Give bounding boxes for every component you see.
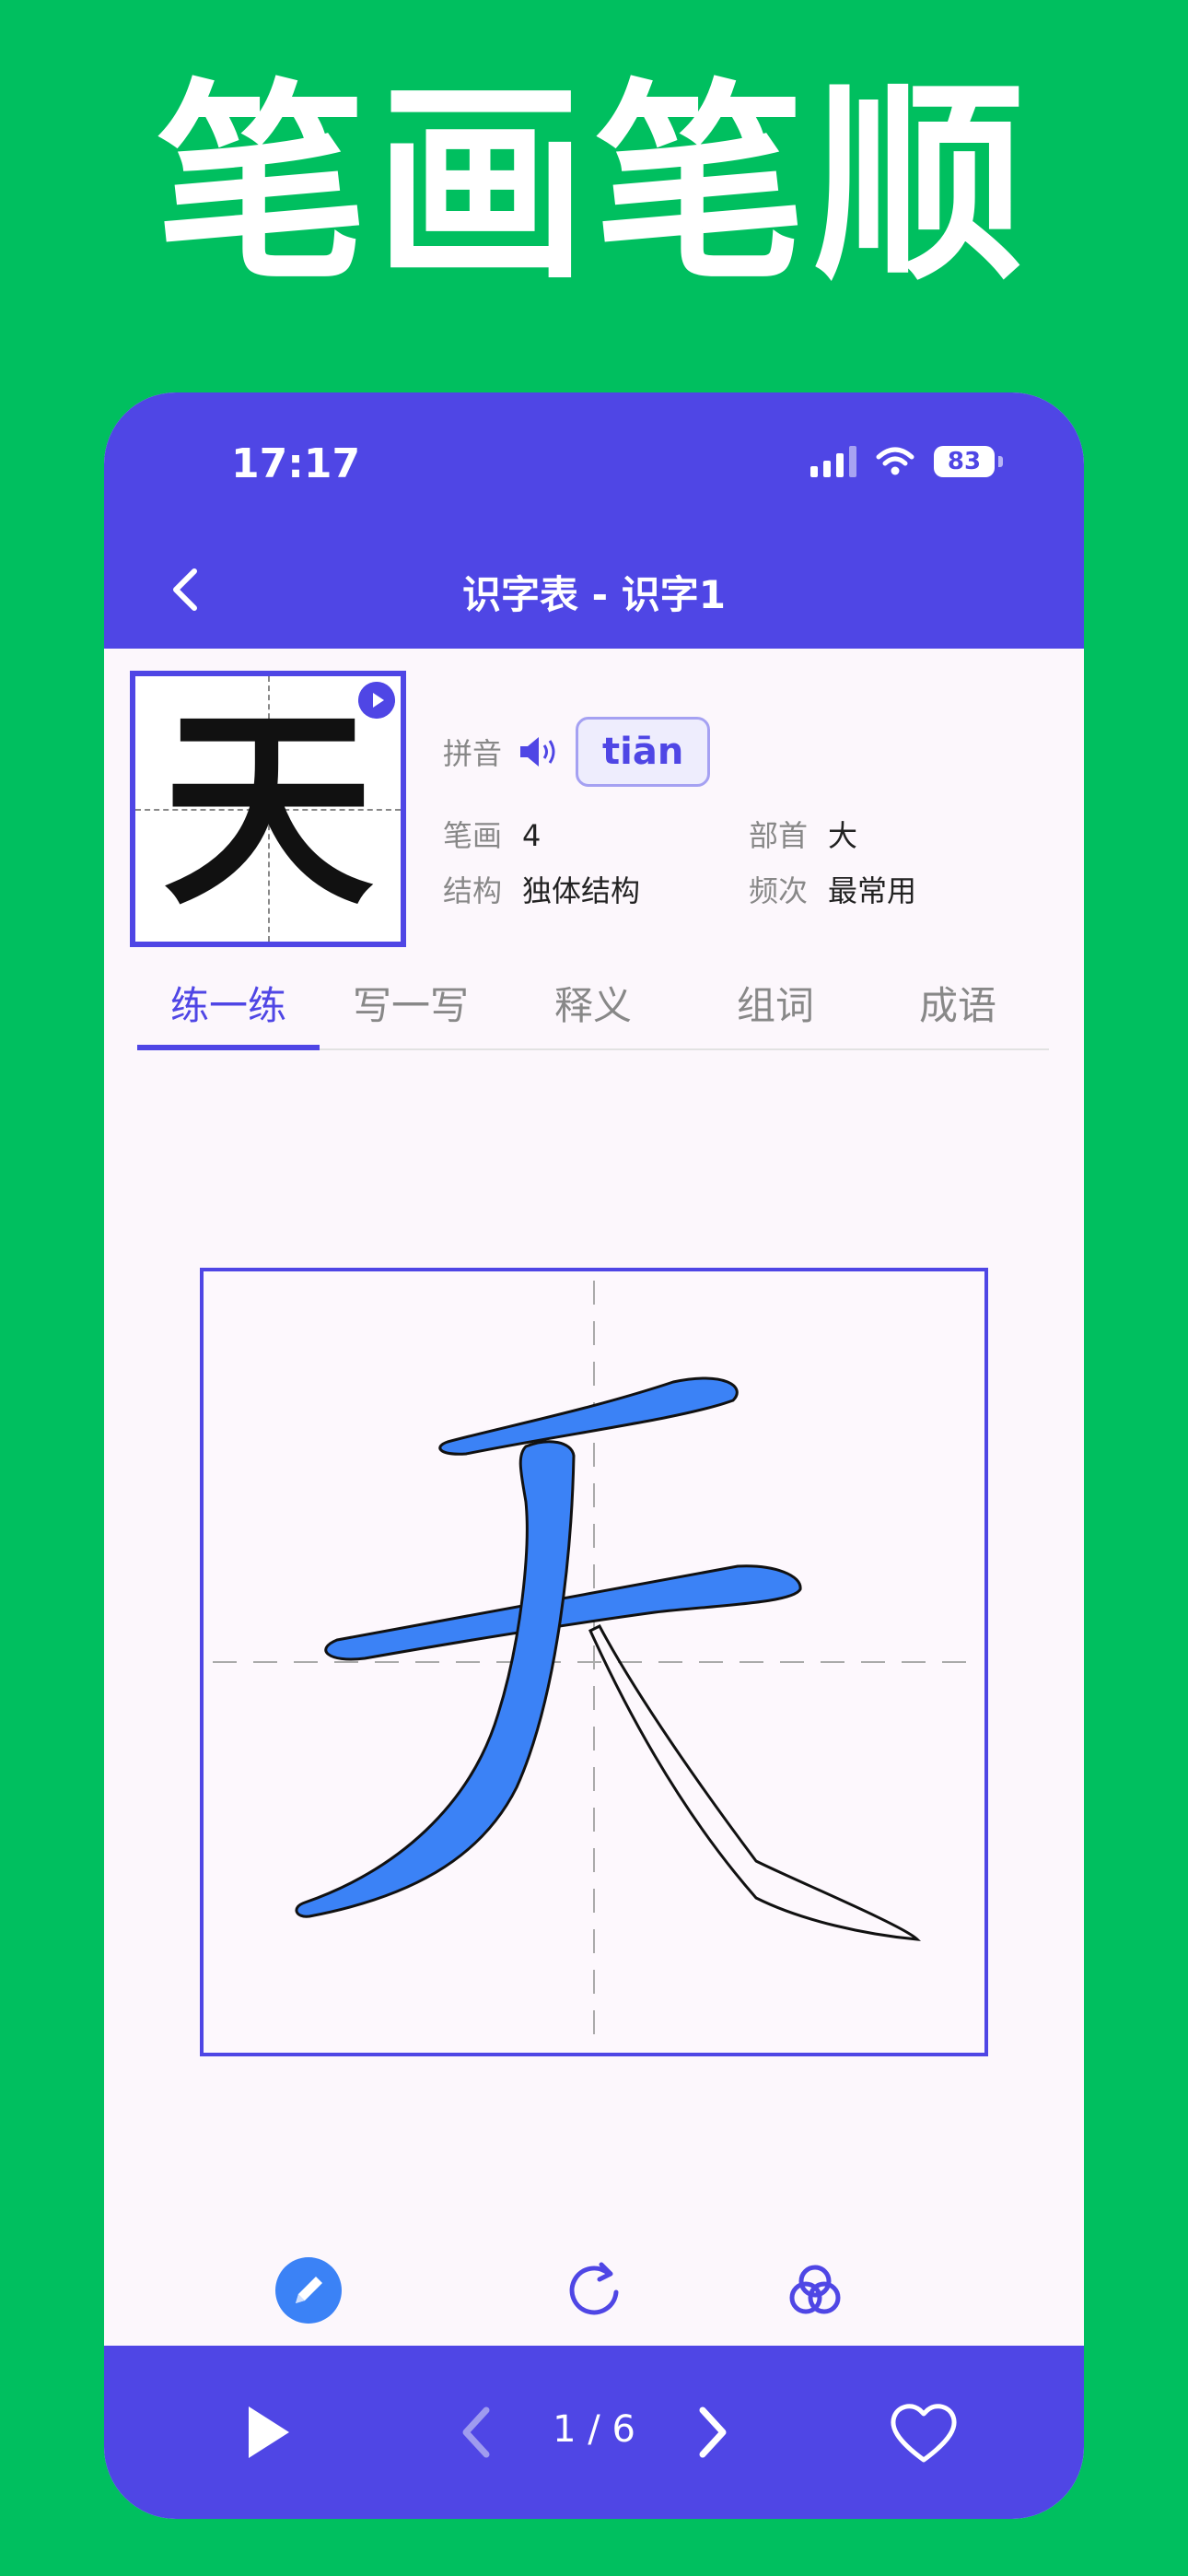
status-time: 17:17 [231,440,361,487]
tool-row [104,2235,1084,2346]
radical-value: 大 [828,818,858,853]
phone-frame: 17:17 83 识字表 - 识字1 天 拼音 tiān 笔画 4 部首 大 结… [104,392,1084,2519]
strokes-value: 4 [522,818,542,853]
character-glyph: 天 [161,685,374,934]
wifi-icon [876,447,914,475]
play-animation-icon[interactable] [358,682,395,719]
writing-canvas[interactable] [200,1268,988,2056]
speaker-icon[interactable] [517,733,561,770]
radical-info: 部首大 [749,813,857,855]
battery-icon: 83 [934,446,1003,477]
stroke-overlay-icon[interactable] [776,2252,854,2329]
header-bar: 17:17 83 识字表 - 识字1 [104,392,1084,649]
frequency-value: 最常用 [828,873,917,908]
structure-label: 结构 [443,873,503,908]
pinyin-label: 拼音 [443,736,503,771]
character-card[interactable]: 天 [130,671,406,947]
stroke-3 [295,1440,576,1918]
promo-title: 笔画笔顺 [155,60,1032,309]
tab-idioms[interactable]: 成语 [867,971,1049,1048]
tab-meaning[interactable]: 释义 [502,971,684,1048]
replay-icon[interactable] [555,2252,633,2329]
frequency-label: 频次 [749,873,809,908]
strokes-label: 笔画 [443,818,503,853]
frequency-info: 频次 最常用 [749,868,916,910]
stroke-1 [438,1376,739,1456]
structure-info: 结构 独体结构 [443,868,640,910]
structure-value: 独体结构 [522,873,641,908]
next-icon[interactable] [666,2386,758,2478]
tab-words[interactable]: 组词 [684,971,867,1048]
pencil-icon[interactable] [270,2252,347,2329]
stroke-4 [588,1624,922,1941]
status-icons: 83 [810,446,1003,477]
tab-practice[interactable]: 练一练 [137,971,320,1050]
pinyin-button[interactable]: tiān [576,717,711,787]
tab-bar: 练一练 写一写 释义 组词 成语 [137,971,1049,1050]
battery-level: 83 [934,446,995,477]
tab-write[interactable]: 写一写 [320,971,502,1048]
page-title: 识字表 - 识字1 [462,572,726,617]
strokes-info: 笔画 4 [443,813,541,855]
heart-icon[interactable] [878,2386,970,2478]
bottom-bar: 1 / 6 [104,2346,1084,2519]
stroke-drawing [213,1281,975,2043]
radical-label: 部首 [749,818,809,853]
signal-icon [810,446,856,477]
pinyin-row: 拼音 tiān [443,717,711,787]
